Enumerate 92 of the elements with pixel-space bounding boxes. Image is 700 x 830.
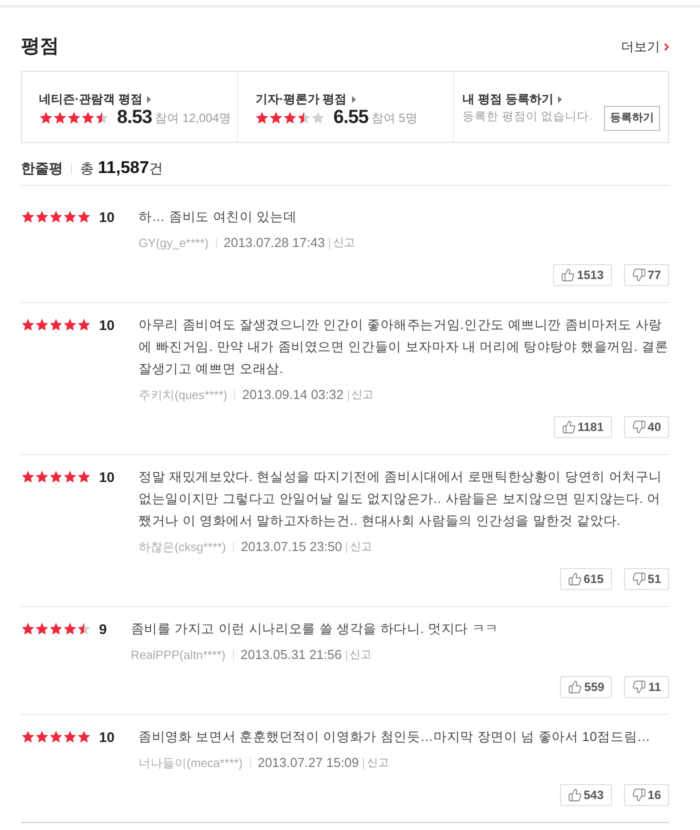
star-icon [21, 210, 35, 224]
star-icon [49, 622, 63, 636]
thumbs-up-icon [568, 680, 582, 694]
chevron-right-icon [664, 43, 669, 51]
star-icon [81, 111, 95, 125]
review-author: 너나들이(meca****) [138, 755, 243, 772]
star-icon [21, 470, 35, 484]
rating-score: 8.53 [117, 107, 152, 129]
comments-total: 총 11,587건 [80, 157, 163, 180]
thumbs-up-icon [568, 572, 582, 586]
caret-right-icon [558, 96, 562, 102]
participant-count: 참여 5명 [371, 110, 418, 127]
review-author: GY(gy_e****) [138, 235, 209, 252]
review-text: 좀비를 가지고 이런 시나리오를 쓸 생각을 하다니. 멋지다 ㅋㅋ [130, 620, 500, 638]
star-icon [255, 111, 270, 125]
section-title: 평점 [21, 34, 59, 59]
register-button[interactable]: 등록하기 [604, 106, 660, 130]
star-icon [63, 470, 77, 484]
star-icon [35, 318, 49, 332]
star-icon [21, 730, 35, 744]
thumbs-down-icon [632, 268, 646, 282]
review-text: 하… 좀비도 여친이 있는데 [138, 208, 298, 226]
star-icon [53, 111, 67, 125]
rating-title-link[interactable]: 네티즌·관람객 평점 [39, 91, 152, 107]
thumbs-down-icon [632, 420, 646, 434]
thumbs-down-icon [632, 788, 646, 802]
review-score: 10 [99, 468, 115, 486]
review-score: 10 [99, 208, 115, 226]
review-text: 좀비영화 보면서 훈훈했던적이 이영화가 첨인듯…마지막 장면이 넘 좋아서 10점드림… [138, 728, 652, 746]
review-author: 주키치(ques****) [138, 387, 228, 404]
thumbs-up-icon [560, 268, 575, 282]
dislike-button[interactable]: 16 [624, 784, 669, 806]
caret-right-icon [352, 96, 356, 102]
no-rating-message: 등록한 평점이 없습니다. [462, 110, 592, 126]
review-text: 아무리 좀비여도 잘생겼으니깐 인간이 좋아해주는거임.인간도 예쁘니깐 좀비마저도 사랑에 빠진거임. 만약 내가 좀비였으면 인간들이 보자마자 내 머리에 탕야탕야 했을꺼임. 결론 잘생기고 예쁘면 오래삼. [138, 316, 669, 378]
star-icon [283, 111, 298, 125]
review-text: 정말 재밌게보았다. 현실성을 따지기전에 좀비시대에서 로맨틱한상황이 당연히 어처구니없는일이지만 그렇다고 안일어날 일도 없지않은가.. 사람들은 보지않으면 믿지않는다. 어쨌거나 이 영화에서 말하고자하는건.. 현대사회 사람들의 인간성을 말한것 같았다. [138, 468, 663, 530]
star-icon [21, 318, 35, 332]
review-date: 2013.07.27 15:09 [258, 754, 359, 772]
star-icon [63, 210, 77, 224]
rating-score: 6.55 [333, 107, 368, 129]
caret-right-icon [147, 96, 152, 102]
more-link[interactable]: 더보기 [621, 37, 669, 57]
review-author: RealPPP(altn****) [130, 647, 226, 664]
review-score: 10 [99, 728, 115, 746]
star-icon [49, 470, 63, 484]
star-icon [297, 111, 312, 125]
star-icon [63, 318, 77, 332]
thumbs-down-icon [632, 680, 646, 694]
participant-count: 참여 12,004명 [154, 110, 232, 127]
dislike-button[interactable]: 51 [624, 568, 669, 590]
like-button[interactable]: 615 [560, 568, 612, 590]
star-icon [77, 730, 91, 744]
star-icon [311, 111, 326, 125]
like-button[interactable]: 1181 [554, 416, 612, 438]
star-icon [39, 111, 53, 125]
star-icon [35, 210, 49, 224]
star-icon [49, 318, 63, 332]
rating-title-link[interactable]: 기자·평론가 평점 [255, 91, 356, 107]
star-icon [35, 470, 49, 484]
star-icon [35, 730, 49, 744]
review-date: 2013.07.28 17:43 [224, 234, 325, 252]
comments-title: 한줄평 [21, 158, 63, 178]
like-button[interactable]: 1513 [552, 264, 612, 286]
star-icon [49, 730, 63, 744]
star-icon [77, 470, 91, 484]
star-icon [77, 622, 91, 636]
star-icon [95, 111, 109, 125]
star-icon [77, 210, 91, 224]
star-icon [63, 730, 77, 744]
star-icon [21, 622, 35, 636]
dislike-button[interactable]: 11 [624, 676, 669, 698]
register-rating-link[interactable]: 내 평점 등록하기 [462, 91, 562, 107]
dislike-button[interactable]: 77 [624, 264, 669, 286]
star-icon [63, 622, 77, 636]
star-icon [77, 318, 91, 332]
star-icon [269, 111, 284, 125]
star-icon [35, 622, 49, 636]
like-button[interactable]: 543 [560, 784, 612, 806]
thumbs-down-icon [632, 572, 646, 586]
review-date: 2013.05.31 21:56 [240, 646, 342, 664]
review-date: 2013.09.14 03:32 [242, 386, 344, 404]
thumbs-up-icon [562, 420, 576, 434]
like-button[interactable]: 559 [560, 676, 612, 698]
review-date: 2013.07.15 23:50 [240, 538, 342, 556]
dislike-button[interactable]: 40 [624, 416, 669, 438]
review-author: 하찮은(cksg****) [138, 539, 226, 556]
review-score: 10 [99, 316, 115, 334]
star-icon [49, 210, 63, 224]
star-icon [67, 111, 81, 125]
review-score: 9 [99, 620, 107, 638]
thumbs-up-icon [568, 788, 582, 802]
